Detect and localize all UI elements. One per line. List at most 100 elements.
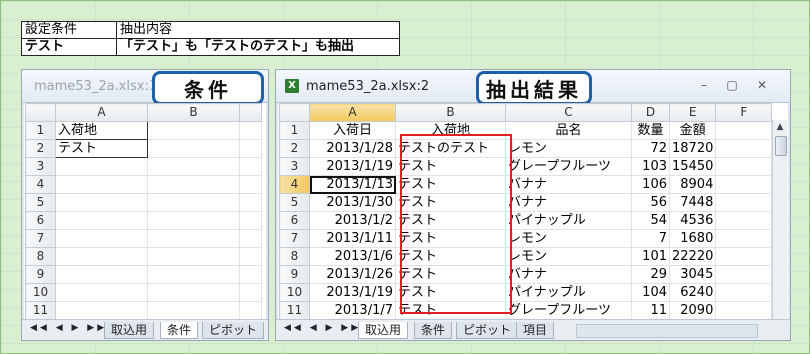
- cell[interactable]: [147, 193, 240, 212]
- cell[interactable]: [239, 175, 262, 194]
- row-header[interactable]: 10: [279, 283, 310, 302]
- sheet-tab-criteria[interactable]: 条件: [160, 322, 199, 339]
- cell[interactable]: 56: [631, 193, 670, 212]
- cell[interactable]: [715, 229, 773, 248]
- cell[interactable]: 2013/1/11: [309, 229, 396, 248]
- cell[interactable]: [715, 121, 773, 140]
- vertical-scrollbar[interactable]: ▲ ▼: [772, 120, 787, 335]
- cell[interactable]: 7448: [668, 193, 717, 212]
- corner-cell[interactable]: [25, 103, 56, 122]
- cell[interactable]: [715, 283, 773, 302]
- cell[interactable]: レモン: [505, 247, 632, 266]
- close-button[interactable]: ✕: [754, 78, 770, 92]
- row-header[interactable]: 5: [25, 193, 56, 212]
- sheet-tab-items[interactable]: 項目: [516, 322, 555, 339]
- cell[interactable]: 101: [631, 247, 670, 266]
- cell[interactable]: 72: [631, 139, 670, 158]
- cell[interactable]: グレープフルーツ: [505, 301, 632, 320]
- sheet-nav-arrows[interactable]: ◀◀ ◀ ▶ ▶▶: [30, 323, 107, 333]
- row-header[interactable]: 2: [279, 139, 310, 158]
- cell[interactable]: 15450: [668, 157, 717, 176]
- cell[interactable]: [55, 211, 148, 230]
- cell[interactable]: [147, 139, 240, 158]
- cell[interactable]: [147, 229, 240, 248]
- cell[interactable]: 数量: [631, 121, 670, 140]
- cell[interactable]: テスト: [395, 283, 506, 302]
- column-header[interactable]: C: [505, 103, 632, 122]
- cell[interactable]: テスト: [395, 175, 506, 194]
- sheet-tab-import[interactable]: 取込用: [358, 322, 409, 339]
- row-header[interactable]: 11: [25, 301, 56, 320]
- column-header[interactable]: A: [309, 103, 396, 122]
- row-header[interactable]: 8: [25, 247, 56, 266]
- cell[interactable]: [147, 175, 240, 194]
- column-header[interactable]: F: [715, 103, 773, 122]
- cell[interactable]: 品名: [505, 121, 632, 140]
- cell[interactable]: パイナップル: [505, 211, 632, 230]
- cell[interactable]: [147, 265, 240, 284]
- cell[interactable]: [55, 193, 148, 212]
- cell[interactable]: 2013/1/30: [309, 193, 396, 212]
- row-header[interactable]: 6: [25, 211, 56, 230]
- cell[interactable]: 29: [631, 265, 670, 284]
- cell[interactable]: テスト: [395, 247, 506, 266]
- cell[interactable]: [239, 265, 262, 284]
- column-header[interactable]: E: [668, 103, 717, 122]
- cell[interactable]: [147, 247, 240, 266]
- cell[interactable]: レモン: [505, 229, 632, 248]
- sheet-nav-arrows[interactable]: ◀◀ ◀ ▶ ▶▶: [284, 323, 361, 333]
- cell[interactable]: 2090: [668, 301, 717, 320]
- cell[interactable]: 入荷日: [309, 121, 396, 140]
- cell[interactable]: テスト: [395, 229, 506, 248]
- row-header[interactable]: 7: [25, 229, 56, 248]
- cell[interactable]: [147, 283, 240, 302]
- cell[interactable]: [147, 301, 240, 320]
- window-results[interactable]: X mame53_2a.xlsx:2 – ▢ ✕ 抽出結果 A B C D E …: [275, 69, 791, 341]
- row-header[interactable]: 11: [279, 301, 310, 320]
- cell[interactable]: パイナップル: [505, 283, 632, 302]
- restore-button[interactable]: ▢: [724, 78, 740, 92]
- cell[interactable]: [55, 175, 148, 194]
- cell[interactable]: 2013/1/7: [309, 301, 396, 320]
- row-header[interactable]: 3: [279, 157, 310, 176]
- minimize-button[interactable]: –: [696, 78, 712, 92]
- cell[interactable]: 6240: [668, 283, 717, 302]
- cell[interactable]: [239, 157, 262, 176]
- cell[interactable]: 1680: [668, 229, 717, 248]
- sheet-grid[interactable]: A B 1 入荷地 2 テスト 3 4 5 6 7 8 9 10 11: [25, 103, 262, 320]
- cell[interactable]: 入荷地: [395, 121, 506, 140]
- cell[interactable]: [715, 247, 773, 266]
- cell[interactable]: [239, 193, 262, 212]
- cell[interactable]: [147, 211, 240, 230]
- cell[interactable]: 2013/1/2: [309, 211, 396, 230]
- row-header[interactable]: 1: [279, 121, 310, 140]
- cell[interactable]: [239, 121, 262, 140]
- cell[interactable]: [239, 211, 262, 230]
- column-header[interactable]: [239, 103, 262, 122]
- cell[interactable]: [55, 247, 148, 266]
- row-header[interactable]: 3: [25, 157, 56, 176]
- cell[interactable]: [715, 139, 773, 158]
- cell[interactable]: 3045: [668, 265, 717, 284]
- cell[interactable]: レモン: [505, 139, 632, 158]
- scroll-up-icon[interactable]: ▲: [773, 120, 787, 134]
- cell[interactable]: バナナ: [505, 193, 632, 212]
- cell[interactable]: 104: [631, 283, 670, 302]
- window-criteria[interactable]: mame53_2a.xlsx:1 条件 A B 1 入荷地 2 テスト 3 4: [21, 69, 269, 341]
- sheet-grid[interactable]: A B C D E F 1 入荷日 入荷地 品名 数量 金額 2 2013/1/…: [279, 103, 773, 320]
- cell[interactable]: 金額: [668, 121, 717, 140]
- cell[interactable]: バナナ: [505, 175, 632, 194]
- cell[interactable]: 2013/1/19: [309, 157, 396, 176]
- sheet-tab-import[interactable]: 取込用: [104, 322, 155, 339]
- cell[interactable]: [55, 157, 148, 176]
- cell[interactable]: [55, 229, 148, 248]
- cell[interactable]: [239, 247, 262, 266]
- row-header[interactable]: 4: [279, 175, 310, 194]
- active-cell[interactable]: 2013/1/13: [309, 175, 396, 194]
- row-header[interactable]: 2: [25, 139, 56, 158]
- row-header[interactable]: 1: [25, 121, 56, 140]
- cell[interactable]: 2013/1/26: [309, 265, 396, 284]
- cell[interactable]: [239, 301, 262, 320]
- row-header[interactable]: 9: [279, 265, 310, 284]
- cell[interactable]: バナナ: [505, 265, 632, 284]
